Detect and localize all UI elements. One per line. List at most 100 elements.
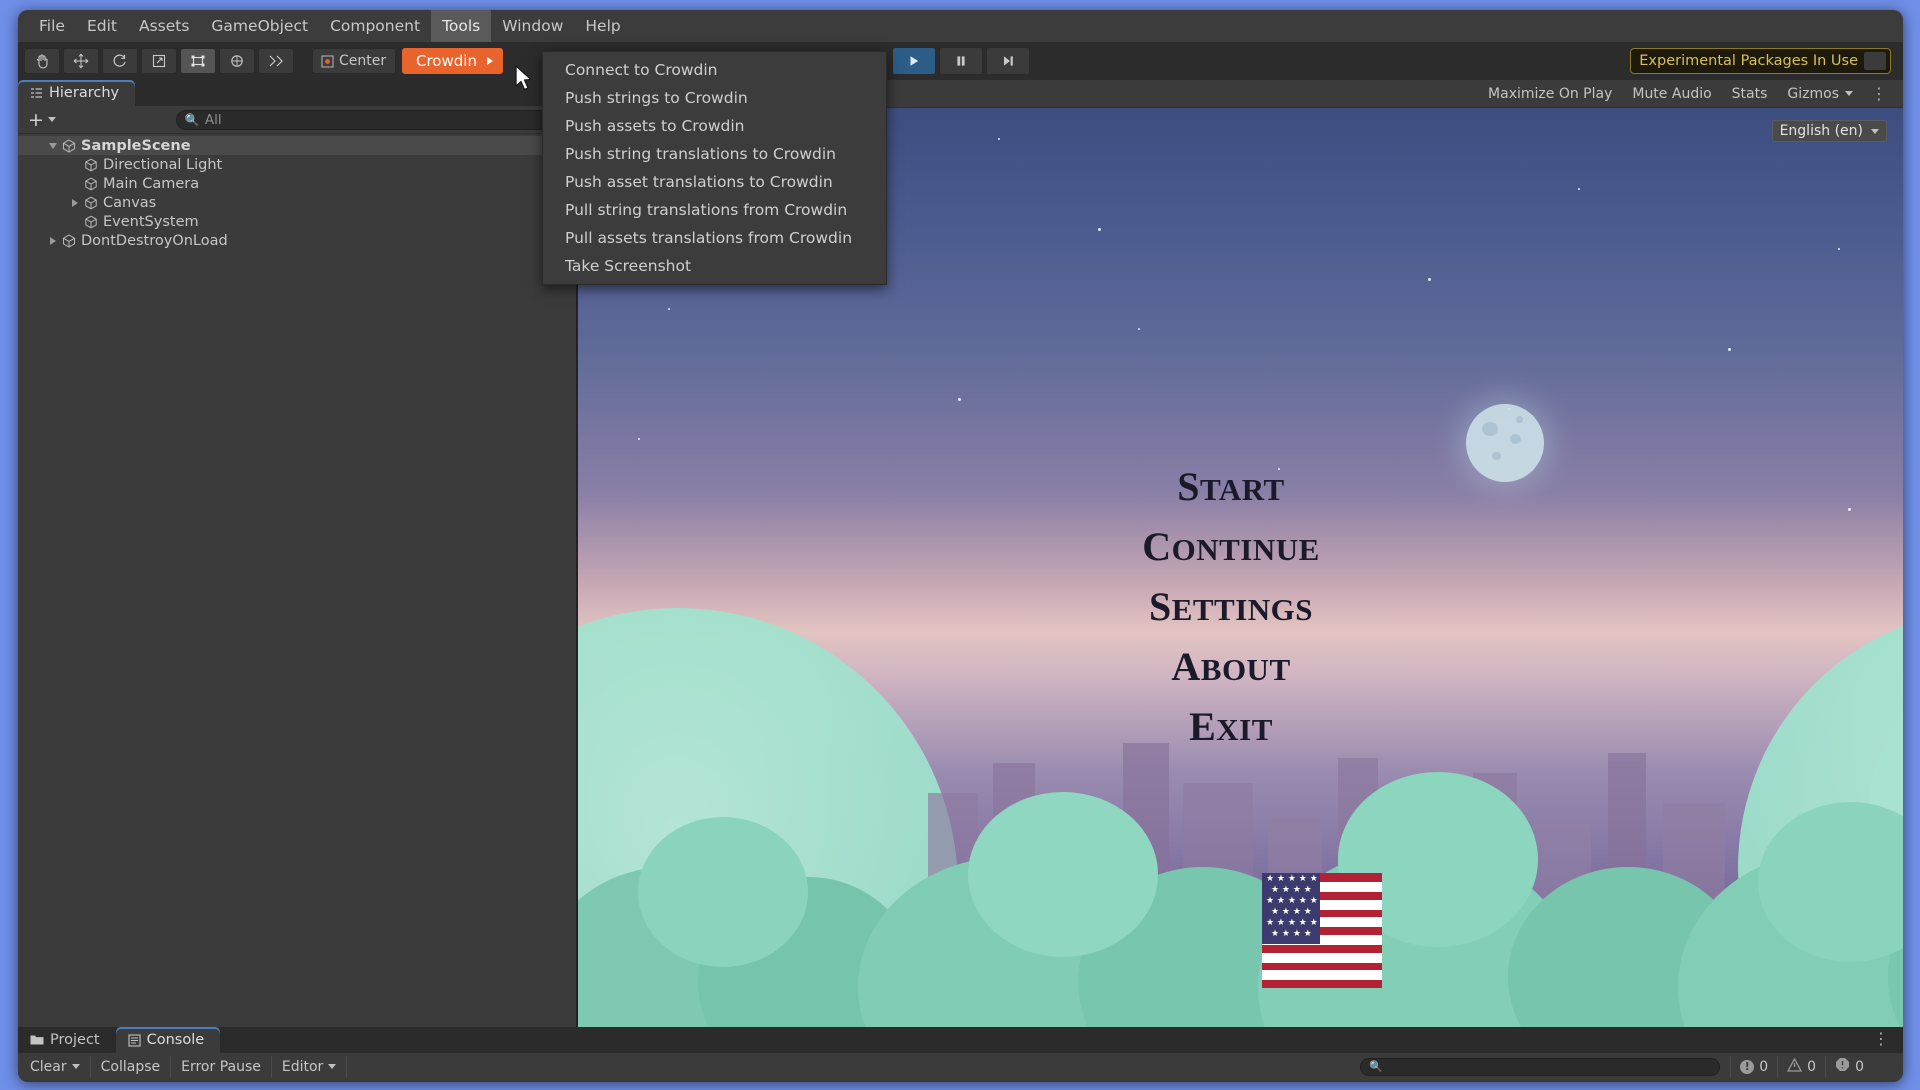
crowdin-menu-item[interactable]: Take Screenshot bbox=[543, 252, 886, 280]
editor-dropdown-button[interactable]: Editor bbox=[272, 1055, 348, 1078]
menu-component[interactable]: Component bbox=[319, 10, 431, 42]
hierarchy-search-placeholder: All bbox=[204, 111, 222, 128]
bottom-tabstrip: Project Console ⋮ bbox=[18, 1027, 1903, 1053]
expand-arrow-closed-icon[interactable] bbox=[46, 236, 60, 245]
maximize-on-play-button[interactable]: Maximize On Play bbox=[1478, 83, 1622, 105]
console-search-input[interactable]: 🔍 bbox=[1360, 1057, 1721, 1076]
expand-arrow-open-icon[interactable] bbox=[46, 142, 60, 149]
us-flag-icon[interactable]: ★ ★ ★ ★ ★ ★ ★ ★ ★ ★ ★ ★ ★ ★ ★ ★ ★ ★ ★ ★ … bbox=[1262, 873, 1382, 988]
menu-help[interactable]: Help bbox=[574, 10, 631, 42]
hierarchy-row-label: Main Camera bbox=[103, 175, 200, 192]
rect-tool-button[interactable] bbox=[180, 48, 216, 74]
error-counter[interactable]: 0 bbox=[1825, 1055, 1873, 1078]
triangle-icon bbox=[49, 142, 57, 149]
search-icon: 🔍 bbox=[184, 112, 200, 127]
rotate-tool-button[interactable] bbox=[102, 48, 138, 74]
menu-tools[interactable]: Tools bbox=[431, 10, 492, 42]
crowdin-label: Crowdin bbox=[416, 52, 477, 70]
crowdin-menu-item[interactable]: Connect to Crowdin bbox=[543, 56, 886, 84]
playback-controls bbox=[891, 47, 1030, 75]
chevron-down-icon bbox=[1871, 128, 1879, 134]
search-icon: 🔍 bbox=[1369, 1060, 1383, 1073]
menu-gameobject[interactable]: GameObject bbox=[200, 10, 319, 42]
menu-assets[interactable]: Assets bbox=[128, 10, 200, 42]
clear-button[interactable]: Clear bbox=[20, 1055, 91, 1078]
expand-arrow-closed-icon[interactable] bbox=[68, 198, 82, 207]
game-menu-item[interactable]: START bbox=[1177, 463, 1285, 510]
game-menu-item[interactable]: ABOUT bbox=[1171, 643, 1290, 690]
menu-window[interactable]: Window bbox=[491, 10, 574, 42]
mute-audio-button[interactable]: Mute Audio bbox=[1622, 83, 1721, 105]
hierarchy-row[interactable]: EventSystem bbox=[18, 212, 576, 231]
pivot-center-button[interactable]: Center bbox=[312, 48, 396, 74]
game-menu-item[interactable]: EXIT bbox=[1189, 703, 1273, 750]
menu-label: Component bbox=[330, 17, 421, 35]
menu-file[interactable]: File bbox=[28, 10, 76, 42]
menu-label: Window bbox=[502, 17, 564, 35]
language-dropdown[interactable]: English (en) bbox=[1771, 120, 1887, 142]
stats-button[interactable]: Stats bbox=[1722, 83, 1778, 105]
console-icon bbox=[128, 1033, 141, 1047]
game-menu-item[interactable]: SETTINGS bbox=[1149, 583, 1313, 630]
gizmos-button[interactable]: Gizmos bbox=[1777, 83, 1863, 105]
star bbox=[1728, 348, 1731, 351]
star bbox=[1098, 228, 1101, 231]
bottom-options-menu[interactable]: ⋮ bbox=[1865, 1029, 1897, 1048]
game-menu-item[interactable]: CONTINUE bbox=[1142, 523, 1320, 570]
pause-button[interactable] bbox=[938, 47, 983, 75]
menu-label: GameObject bbox=[211, 17, 309, 35]
chevron-right-icon bbox=[486, 57, 493, 65]
collapse-button[interactable]: Collapse bbox=[91, 1055, 172, 1078]
move-tool-button[interactable] bbox=[63, 48, 99, 74]
crowdin-menu-item[interactable]: Push strings to Crowdin bbox=[543, 84, 886, 112]
play-button[interactable] bbox=[891, 47, 936, 75]
hand-tool-button[interactable] bbox=[24, 48, 60, 74]
experimental-packages-badge[interactable]: Experimental Packages In Use bbox=[1630, 48, 1891, 74]
game-view-options-menu[interactable]: ⋮ bbox=[1863, 84, 1895, 103]
crowdin-submenu: Connect to Crowdin Push strings to Crowdi… bbox=[542, 51, 887, 285]
hierarchy-row[interactable]: Directional Light bbox=[18, 155, 576, 174]
hierarchy-row[interactable]: SampleScene bbox=[18, 136, 576, 155]
add-gameobject-button[interactable]: + bbox=[24, 109, 60, 131]
star bbox=[998, 138, 1000, 140]
game-menu-rest: BOUT bbox=[1200, 652, 1291, 687]
warning-counter[interactable]: 0 bbox=[1777, 1055, 1825, 1078]
tab-hierarchy[interactable]: Hierarchy bbox=[18, 80, 136, 106]
game-menu-rest: ETTINGS bbox=[1171, 592, 1314, 627]
log-counter[interactable]: ! 0 bbox=[1730, 1055, 1777, 1078]
language-label: English (en) bbox=[1779, 123, 1863, 139]
star bbox=[668, 308, 670, 310]
plus-icon: + bbox=[28, 108, 44, 131]
chevron-down-icon bbox=[71, 1064, 80, 1069]
crowdin-menu-item-label: Connect to Crowdin bbox=[565, 61, 718, 79]
hierarchy-row[interactable]: DontDestroyOnLoad bbox=[18, 231, 576, 250]
crowdin-menu-item[interactable]: Push assets to Crowdin bbox=[543, 112, 886, 140]
star bbox=[1428, 278, 1431, 281]
console-tab-label: Console bbox=[146, 1032, 205, 1048]
crowdin-toolbar-button[interactable]: Crowdin bbox=[402, 48, 503, 74]
tab-console[interactable]: Console bbox=[115, 1027, 221, 1053]
hierarchy-row[interactable]: Canvas bbox=[18, 193, 576, 212]
tab-project[interactable]: Project bbox=[18, 1027, 116, 1053]
gameobject-icon bbox=[82, 215, 100, 229]
custom-tool-button[interactable] bbox=[258, 48, 294, 74]
transform-tool-button[interactable] bbox=[219, 48, 255, 74]
stats-label: Stats bbox=[1731, 85, 1768, 102]
step-button[interactable] bbox=[985, 47, 1030, 75]
hierarchy-icon bbox=[31, 87, 42, 98]
crowdin-menu-item[interactable]: Pull string translations from Crowdin bbox=[543, 196, 886, 224]
collapse-label: Collapse bbox=[100, 1058, 161, 1075]
folder-icon bbox=[30, 1035, 44, 1045]
crowdin-menu-item-label: Push strings to Crowdin bbox=[565, 89, 748, 107]
crowdin-menu-item[interactable]: Push asset translations to Crowdin bbox=[543, 168, 886, 196]
triangle-icon bbox=[50, 236, 56, 245]
console-toolbar: Clear Collapse Error Pause Editor 🔍 ! 0 bbox=[18, 1053, 1903, 1080]
hierarchy-search-input[interactable]: 🔍 All bbox=[175, 109, 570, 130]
error-pause-button[interactable]: Error Pause bbox=[171, 1055, 272, 1078]
menu-edit[interactable]: Edit bbox=[76, 10, 128, 42]
crowdin-menu-item[interactable]: Pull assets translations from Crowdin bbox=[543, 224, 886, 252]
scale-tool-button[interactable] bbox=[141, 48, 177, 74]
crowdin-menu-item[interactable]: Push string translations to Crowdin bbox=[543, 140, 886, 168]
hierarchy-row[interactable]: Main Camera bbox=[18, 174, 576, 193]
crowdin-menu-item-label: Pull assets translations from Crowdin bbox=[565, 229, 853, 247]
